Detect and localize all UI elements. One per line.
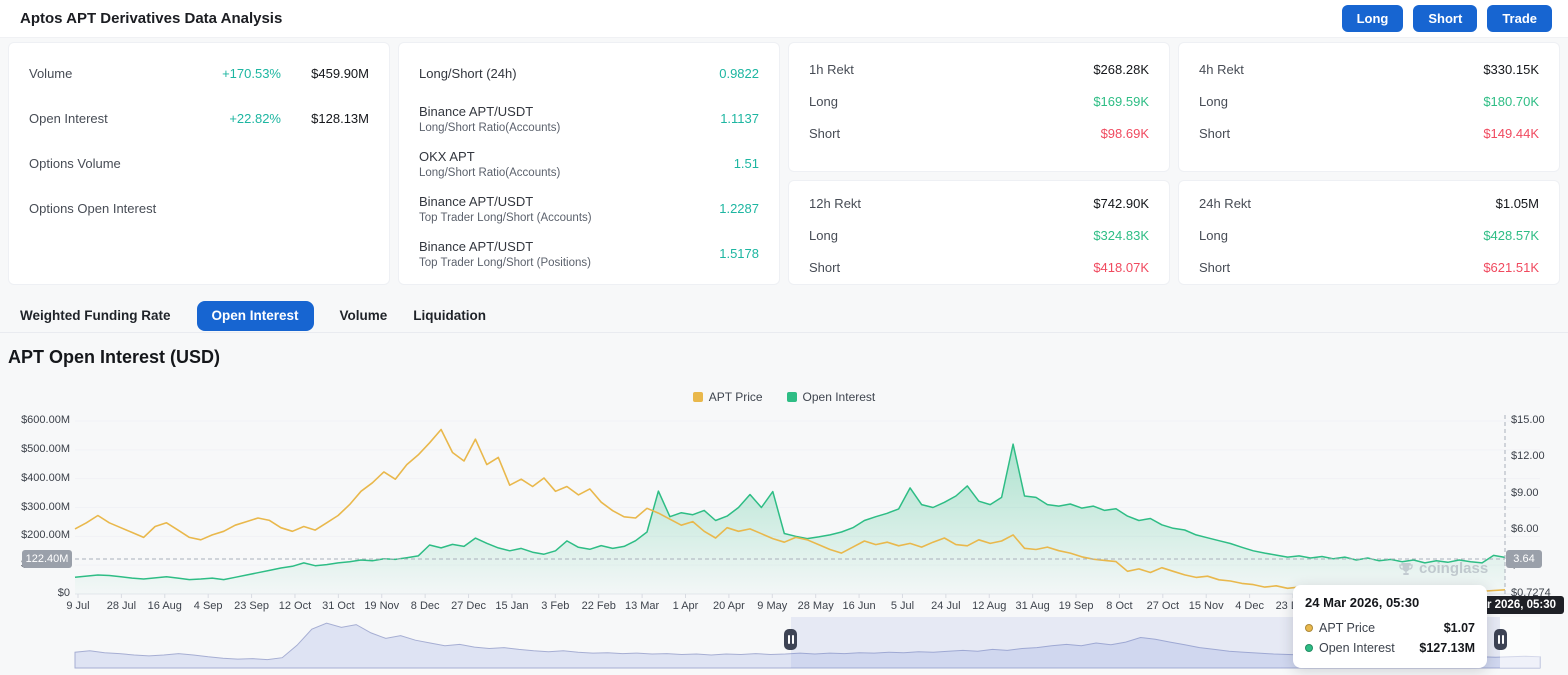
rekt-card-12h: 12h Rekt $742.90K Long $324.83K Short $418.… — [788, 180, 1170, 285]
rekt-long-value: $169.59K — [1093, 93, 1149, 109]
watermark-text: coinglass — [1419, 560, 1489, 577]
rekt-card-1h: 1h Rekt $268.28K Long $169.59K Short $98.69… — [788, 42, 1170, 172]
apt-price-dot-icon — [1305, 624, 1313, 632]
rekt-short-value: $98.69K — [1100, 125, 1149, 141]
ratio-value: 0.9822 — [719, 66, 759, 81]
trade-button[interactable]: Trade — [1487, 5, 1552, 32]
trophy-icon — [1399, 562, 1413, 575]
ratio-row: Binance APT/USDT Top Trader Long/Short (… — [419, 186, 759, 231]
stat-label: Open Interest — [29, 111, 108, 126]
chart-title: APT Open Interest (USD) — [8, 347, 221, 367]
rekt-long-value: $180.70K — [1483, 93, 1539, 109]
ratio-title: Binance APT/USDT — [419, 193, 534, 209]
stat-value: $459.90M — [311, 66, 369, 81]
ratio-value: 1.51 — [733, 156, 759, 171]
rekt-column-1: 1h Rekt $268.28K Long $169.59K Short $98.69… — [788, 42, 1170, 285]
legend-item-open-interest[interactable]: Open Interest — [786, 390, 876, 404]
rekt-short-value: $149.44K — [1483, 125, 1539, 141]
rekt-column-2: 4h Rekt $330.15K Long $180.70K Short $149.4… — [1178, 42, 1560, 285]
legend-label: APT Price — [708, 390, 763, 404]
short-button[interactable]: Short — [1413, 5, 1478, 32]
rekt-short-label: Short — [1199, 125, 1231, 141]
tab-bar: Weighted Funding Rate Open Interest Volu… — [0, 299, 1568, 333]
stat-label: Volume — [29, 66, 73, 81]
rekt-long-value: $428.57K — [1483, 227, 1539, 243]
rekt-short-label: Short — [809, 125, 841, 141]
ratio-title: Binance APT/USDT — [419, 103, 534, 119]
tooltip-row-apt-price: APT Price $1.07 — [1305, 618, 1475, 638]
header: Aptos APT Derivatives Data Analysis Long… — [0, 0, 1568, 38]
ratio-title: Long/Short (24h) — [419, 66, 517, 81]
rekt-total: $330.15K — [1483, 61, 1539, 77]
ratio-row: Long/Short (24h) 0.9822 — [419, 51, 759, 96]
crosshair-left-badge: 122.40M — [22, 550, 72, 568]
ratio-subtitle: Top Trader Long/Short (Positions) — [419, 256, 591, 269]
ratio-row: OKX APT Long/Short Ratio(Accounts) 1.51 — [419, 141, 759, 186]
rekt-short-label: Short — [1199, 259, 1231, 275]
stat-cards: Volume +170.53% $459.90M Open Interest +… — [8, 42, 1560, 285]
header-actions: Long Short Trade — [1341, 5, 1552, 32]
ratio-title: Binance APT/USDT — [419, 238, 534, 254]
rekt-period: 1h Rekt — [809, 61, 854, 77]
ratio-row: Binance APT/USDT Top Trader Long/Short (… — [419, 231, 759, 276]
rekt-period: 24h Rekt — [1199, 195, 1252, 211]
stat-row-open-interest: Open Interest +22.82% $128.13M — [29, 96, 369, 141]
chart-legend: APT Price Open Interest — [0, 390, 1568, 404]
stat-label: Options Open Interest — [29, 201, 157, 216]
rekt-short-value: $621.51K — [1483, 259, 1539, 275]
tooltip-date: 24 Mar 2026, 05:30 — [1305, 595, 1420, 610]
long-short-ratio-card: Long/Short (24h) 0.9822 Binance APT/USDT… — [398, 42, 780, 285]
ratio-value: 1.1137 — [720, 111, 759, 126]
ratio-title: OKX APT — [419, 148, 475, 164]
stat-row-options-volume: Options Volume — [29, 141, 369, 186]
rekt-card-24h: 24h Rekt $1.05M Long $428.57K Short $621.51… — [1178, 180, 1560, 285]
rekt-period: 12h Rekt — [809, 195, 862, 211]
rekt-total: $1.05M — [1495, 195, 1539, 211]
page: Aptos APT Derivatives Data Analysis Long… — [0, 0, 1568, 675]
rekt-long-value: $324.83K — [1093, 227, 1149, 243]
tab-liquidation[interactable]: Liquidation — [413, 308, 486, 323]
rekt-long-label: Long — [1199, 227, 1228, 243]
tab-volume[interactable]: Volume — [340, 308, 388, 323]
rekt-card-4h: 4h Rekt $330.15K Long $180.70K Short $149.4… — [1178, 42, 1560, 172]
navigator-right-handle[interactable] — [1494, 629, 1507, 650]
rekt-short-value: $418.07K — [1093, 259, 1149, 275]
legend-label: Open Interest — [802, 390, 876, 404]
rekt-long-label: Long — [809, 93, 838, 109]
volume-stats-card: Volume +170.53% $459.90M Open Interest +… — [8, 42, 390, 285]
ratio-value: 1.2287 — [719, 201, 759, 216]
crosshair-right-badge: 3.64 — [1506, 550, 1542, 568]
chart-tooltip: 24 Mar 2026, 05:30 APT Price $1.07 Open … — [1293, 585, 1487, 668]
open-interest-dot-icon — [1305, 644, 1313, 652]
open-interest-swatch-icon — [786, 392, 797, 402]
tab-weighted-funding-rate[interactable]: Weighted Funding Rate — [20, 308, 171, 323]
rekt-total: $742.90K — [1093, 195, 1149, 211]
legend-item-apt-price[interactable]: APT Price — [692, 390, 763, 404]
page-title: Aptos APT Derivatives Data Analysis — [20, 10, 283, 27]
stat-row-options-open-interest: Options Open Interest — [29, 186, 369, 231]
rekt-period: 4h Rekt — [1199, 61, 1244, 77]
rekt-long-label: Long — [809, 227, 838, 243]
apt-price-swatch-icon — [692, 392, 703, 402]
stat-label: Options Volume — [29, 156, 121, 171]
tab-open-interest[interactable]: Open Interest — [196, 300, 314, 331]
rekt-long-label: Long — [1199, 93, 1228, 109]
ratio-subtitle: Long/Short Ratio(Accounts) — [419, 166, 561, 179]
ratio-subtitle: Top Trader Long/Short (Accounts) — [419, 211, 592, 224]
stat-change: +170.53% — [222, 66, 281, 81]
long-button[interactable]: Long — [1341, 5, 1404, 32]
stat-row-volume: Volume +170.53% $459.90M — [29, 51, 369, 96]
navigator-left-handle[interactable] — [784, 629, 797, 650]
stat-value: $128.13M — [311, 111, 369, 126]
rekt-total: $268.28K — [1093, 61, 1149, 77]
tooltip-row-open-interest: Open Interest $127.13M — [1305, 638, 1475, 658]
rekt-short-label: Short — [809, 259, 841, 275]
stat-change: +22.82% — [229, 111, 281, 126]
coinglass-watermark: coinglass — [1398, 560, 1488, 577]
ratio-value: 1.5178 — [719, 246, 759, 261]
ratio-row: Binance APT/USDT Long/Short Ratio(Accoun… — [419, 96, 759, 141]
ratio-subtitle: Long/Short Ratio(Accounts) — [419, 121, 561, 134]
